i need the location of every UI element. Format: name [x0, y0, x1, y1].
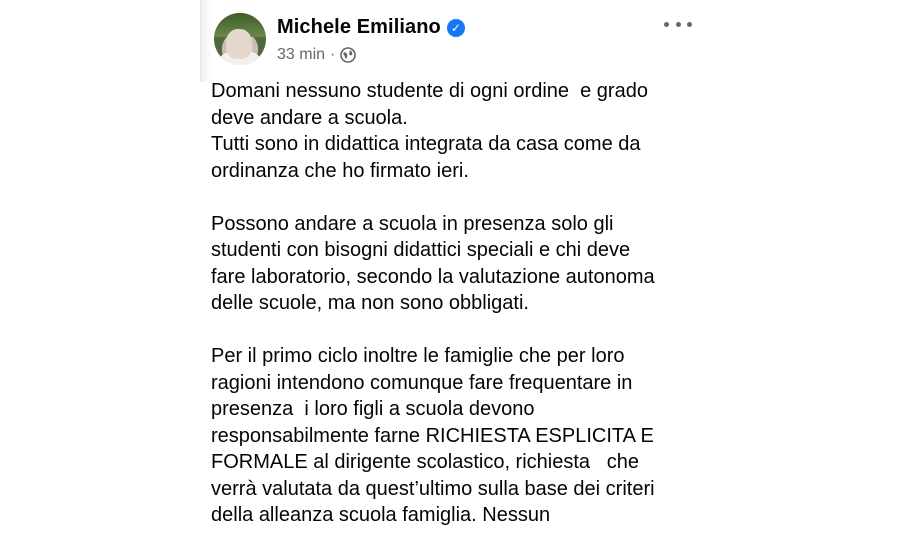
dot-icon: [687, 21, 692, 27]
post-left-edge: [200, 0, 213, 82]
post-body-text: Domani nessuno studente di ogni ordine e…: [211, 80, 655, 526]
avatar-face: [226, 29, 252, 59]
more-options-icon[interactable]: [664, 18, 692, 30]
post-meta: 33 min ·: [277, 46, 357, 64]
author-row: Michele Emiliano ✓: [277, 16, 465, 39]
post-time[interactable]: 33 min: [277, 46, 325, 64]
dot-icon: [664, 21, 669, 27]
screenshot-stage: Michele Emiliano ✓ 33 min · Domani nessu…: [0, 0, 900, 550]
dot-icon: [675, 21, 681, 27]
verified-badge-icon: ✓: [446, 18, 465, 37]
author-name[interactable]: Michele Emiliano: [277, 16, 441, 39]
meta-separator: ·: [330, 46, 336, 63]
author-avatar[interactable]: [214, 13, 266, 65]
globe-icon: [340, 47, 357, 63]
